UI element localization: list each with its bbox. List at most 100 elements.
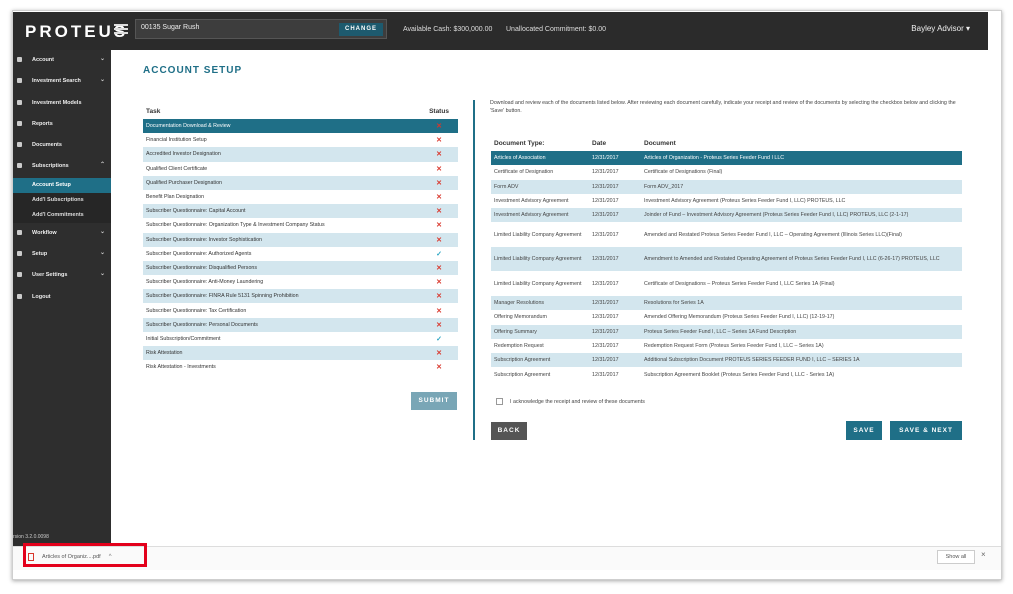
sidebar-item-label: Investment Models (32, 99, 82, 106)
doc-link[interactable]: Additional Subscription Document PROTEUS… (644, 356, 962, 364)
back-button[interactable]: BACK (491, 422, 527, 440)
sidebar-subitem-add-l-subscriptions[interactable]: Add'l Subscriptions (13, 192, 111, 208)
task-row[interactable]: Accredited Investor Designation ✕ (143, 147, 458, 162)
x-icon: ✕ (436, 264, 442, 272)
sidebar-item-subscriptions[interactable]: Subscriptions ⌃ (13, 156, 111, 177)
proteus-logo[interactable]: PROTEUS (25, 22, 128, 42)
x-icon: ✕ (436, 194, 442, 202)
task-row[interactable]: Benefit Plan Designation ✕ (143, 190, 458, 204)
x-icon: ✕ (436, 364, 442, 372)
task-row[interactable]: Subscriber Questionnaire: Disqualified P… (143, 260, 458, 276)
task-row[interactable]: Qualified Purchaser Designation ✕ (143, 175, 458, 190)
task-row[interactable]: Qualified Client Certificate ✕ (143, 162, 458, 176)
account-selector[interactable]: 00135 Sugar Rush CHANGE (135, 19, 387, 39)
sidebar-subitem-account-setup[interactable]: Account Setup (13, 177, 111, 193)
sidebar-item-documents[interactable]: Documents (13, 135, 111, 156)
sidebar-item-label: Logout (32, 293, 51, 300)
chevron-icon[interactable]: ⌄ (100, 249, 105, 256)
close-icon[interactable]: × (981, 550, 986, 559)
chevron-icon[interactable]: ⌄ (100, 55, 105, 62)
check-icon: ✓ (436, 335, 442, 343)
doc-type: Offering Summary (494, 328, 537, 335)
sidebar-item-label: User Settings (32, 272, 68, 279)
doc-link[interactable]: Form ADV_2017 (644, 183, 962, 191)
task-row[interactable]: Subscriber Questionnaire: Anti-Money Lau… (143, 275, 458, 289)
doc-link[interactable]: Amended Offering Memorandum (Proteus Ser… (644, 313, 962, 321)
sidebar-item-reports[interactable]: Reports (13, 114, 111, 135)
x-icon: ✕ (436, 307, 442, 315)
document-row: Articles of Association 12/31/2017 Article… (491, 151, 962, 166)
doc-link[interactable]: Articles of Organization - Proteus Serie… (644, 154, 962, 162)
sidebar-item-setup[interactable]: Setup ⌄ (13, 244, 111, 265)
document-row: Offering Memorandum 12/31/2017 Amended Off… (491, 310, 962, 324)
doc-link[interactable]: Redemption Request Form (Proteus Series … (644, 342, 962, 350)
task-row[interactable]: Initial Subscription/Commitment ✓ (143, 332, 458, 346)
sidebar-item-user-settings[interactable]: User Settings ⌄ (13, 265, 111, 286)
task-name: Benefit Plan Designation (146, 194, 205, 201)
section-divider (473, 100, 475, 440)
doc-date: 12/31/2017 (592, 343, 619, 350)
task-row[interactable]: Subscriber Questionnaire: FINRA Rule 513… (143, 289, 458, 304)
doc-link[interactable]: Proteus Series Feeder Fund I, LLC – Seri… (644, 328, 962, 336)
document-row: Limited Liability Company Agreement 12/31… (491, 246, 962, 272)
task-row[interactable]: Subscriber Questionnaire: Investor Sophi… (143, 232, 458, 247)
doc-link[interactable]: Certificate of Designations – Proteus Se… (644, 280, 962, 288)
user-menu[interactable]: Bayley Advisor ▾ (911, 24, 970, 33)
task-row[interactable]: Risk Attestation - Investments ✕ (143, 360, 458, 374)
task-row[interactable]: Subscriber Questionnaire: Tax Certificat… (143, 303, 458, 317)
doc-link[interactable]: Investment Advisory Agreement (Proteus S… (644, 197, 962, 205)
sidebar-item-label: Investment Search (32, 78, 81, 85)
doc-type: Form ADV (494, 183, 519, 190)
doc-link[interactable]: Certificate of Designations (Final) (644, 168, 962, 176)
sidebar-item-account[interactable]: Account ⌄ (13, 50, 111, 71)
change-account-button[interactable]: CHANGE (339, 23, 383, 36)
chevron-icon[interactable]: ⌄ (100, 228, 105, 235)
task-row[interactable]: Subscriber Questionnaire: Capital Accoun… (143, 204, 458, 219)
doc-link[interactable]: Subscription Agreement Booklet (Proteus … (644, 371, 962, 379)
submit-button[interactable]: SUBMIT (411, 392, 457, 410)
doc-link[interactable]: Amendment to Amended and Restated Operat… (644, 255, 962, 263)
hamburger-menu-icon[interactable] (114, 22, 128, 36)
task-name: Subscriber Questionnaire: Anti-Money Lau… (146, 279, 264, 286)
sidebar-item-logout[interactable]: Logout (13, 287, 111, 308)
doc-date: 12/31/2017 (592, 169, 619, 176)
task-name: Subscriber Questionnaire: Disqualified P… (146, 264, 257, 271)
save-button[interactable]: SAVE (846, 421, 882, 440)
doc-type: Limited Liability Company Agreement (494, 256, 582, 263)
task-row[interactable]: Financial Institution Setup ✕ (143, 133, 458, 147)
task-row[interactable]: Risk Attestation ✕ (143, 346, 458, 361)
setup-icon (17, 251, 22, 257)
show-all-button[interactable]: Show all (937, 550, 975, 564)
x-icon: ✕ (436, 208, 442, 216)
sidebar-subitem-add-l-commitments[interactable]: Add'l Commitments (13, 207, 111, 223)
sidebar-item-investment-search[interactable]: Investment Search ⌄ (13, 71, 111, 92)
sidebar-item-investment-models[interactable]: Investment Models (13, 93, 111, 114)
chevron-icon[interactable]: ⌃ (100, 161, 105, 168)
save-and-next-button[interactable]: SAVE & NEXT (890, 421, 962, 440)
doc-link[interactable]: Amended and Restated Proteus Series Feed… (644, 231, 962, 239)
task-name: Qualified Purchaser Designation (146, 179, 222, 186)
sidebar-item-label: Setup (32, 251, 48, 258)
task-row[interactable]: Subscriber Questionnaire: Personal Docum… (143, 317, 458, 332)
task-row[interactable]: Subscriber Questionnaire: Authorized Age… (143, 247, 458, 261)
page-title: ACCOUNT SETUP (143, 65, 243, 76)
documents-table: Document Type: Date Document Articles of… (491, 135, 962, 382)
task-name: Subscriber Questionnaire: Personal Docum… (146, 321, 258, 328)
task-name: Qualified Client Certificate (146, 165, 208, 172)
task-row[interactable]: Subscriber Questionnaire: Organization T… (143, 218, 458, 232)
chevron-icon[interactable]: ⌄ (100, 76, 105, 83)
x-icon: ✕ (436, 350, 442, 358)
doc-type: Investment Advisory Agreement (494, 212, 569, 219)
investment-search-icon (17, 78, 22, 84)
task-name: Subscriber Questionnaire: Tax Certificat… (146, 307, 247, 314)
task-row[interactable]: Documentation Download & Review ✕ (143, 119, 458, 134)
doc-link[interactable]: Joinder of Fund – Investment Advisory Ag… (644, 211, 962, 219)
sidebar-item-workflow[interactable]: Workflow ⌄ (13, 223, 111, 244)
task-name: Financial Institution Setup (146, 137, 207, 144)
acknowledge-checkbox[interactable] (496, 398, 503, 405)
sidebar-item-label: Subscriptions (32, 163, 69, 170)
chevron-icon[interactable]: ⌄ (100, 270, 105, 277)
sidebar-item-label: Documents (32, 142, 62, 149)
doc-link[interactable]: Resolutions for Series 1A (644, 299, 962, 307)
sidebar-item-label: Account (32, 57, 54, 63)
